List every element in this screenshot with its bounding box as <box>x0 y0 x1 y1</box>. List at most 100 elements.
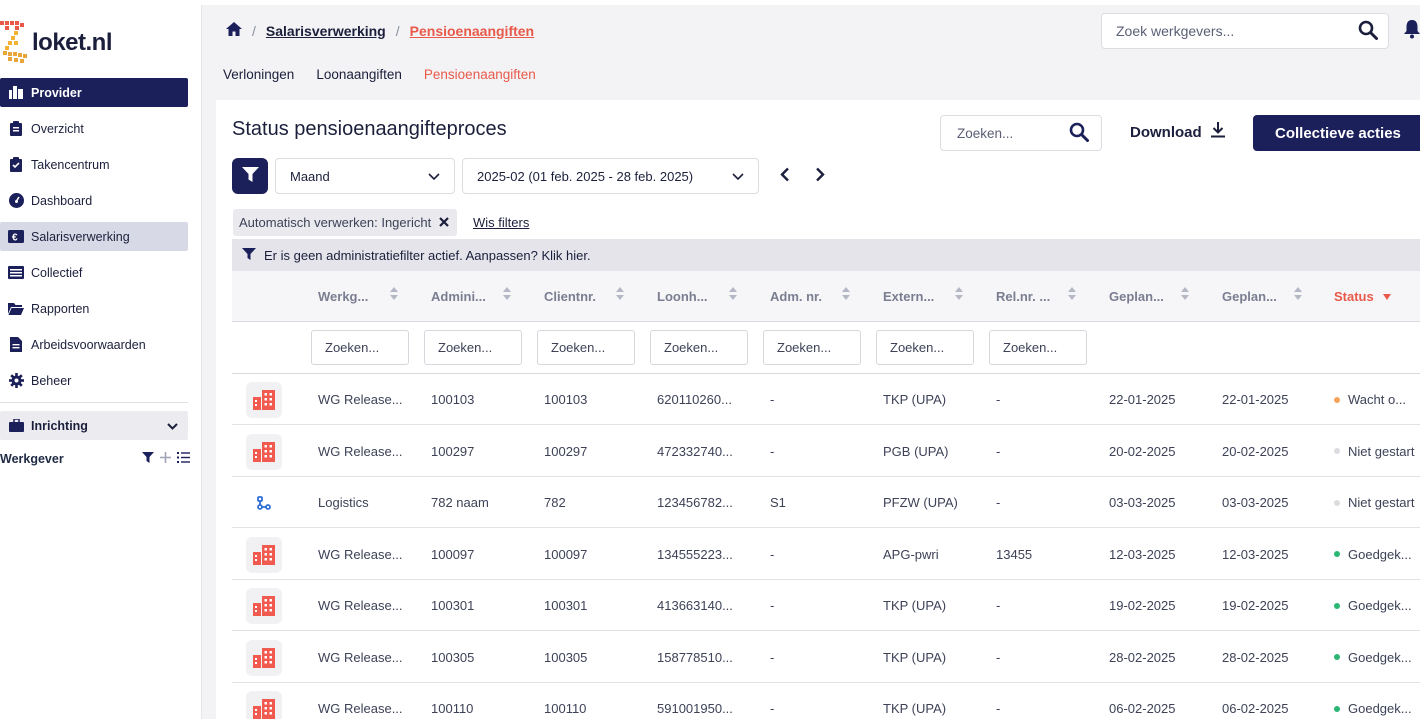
logo[interactable]: loket.nl <box>0 19 200 65</box>
column-header-gepland2[interactable]: Geplan... <box>1222 287 1302 304</box>
table-row[interactable]: WG Release... 100097 100097 134555223... - AP… <box>232 529 1420 580</box>
table-row[interactable]: WG Release... 100305 100305 158778510... - TK… <box>232 632 1420 683</box>
status-dot <box>1334 396 1340 403</box>
sidebar-item-label: Arbeidsvoorwaarden <box>31 337 146 352</box>
home-icon[interactable] <box>226 22 242 39</box>
column-header-loonheffing[interactable]: Loonh... <box>657 287 737 304</box>
sidebar-item-collectief[interactable]: Collectief <box>0 258 188 287</box>
close-icon[interactable] <box>439 215 449 230</box>
sidebar-item-overzicht[interactable]: Overzicht <box>0 114 188 143</box>
column-filter-adm_nr[interactable] <box>763 330 861 365</box>
cell-adm_nr: S1 <box>770 495 786 510</box>
status-card: Status pensioenaangifteproces Download C… <box>216 100 1420 719</box>
breadcrumb-salarisverwerking[interactable]: Salarisverwerking <box>266 23 386 39</box>
column-header-clientnr[interactable]: Clientnr. <box>544 287 624 304</box>
table-row[interactable]: WG Release... 100103 100103 620110260... - TK… <box>232 374 1420 425</box>
cell-status: Goedgek... <box>1334 580 1412 631</box>
next-period-button[interactable] <box>811 166 829 186</box>
column-filter-extern[interactable] <box>876 330 974 365</box>
sidebar-item-provider[interactable]: Provider <box>0 78 188 107</box>
card-search-input[interactable] <box>957 125 1057 141</box>
filter-icon <box>242 247 256 263</box>
search-icon[interactable] <box>1358 20 1378 43</box>
column-header-adm_nr[interactable]: Adm. nr. <box>770 287 850 304</box>
column-filter-loonheffing[interactable] <box>650 330 748 365</box>
column-filter-administratie[interactable] <box>424 330 522 365</box>
sort-icon <box>503 287 511 300</box>
sidebar-item-label: Beheer <box>31 373 72 388</box>
period-select[interactable]: Maand <box>275 158 455 194</box>
gauge-icon <box>8 193 24 209</box>
column-filter-werkgever[interactable] <box>311 330 409 365</box>
sidebar-item-arbeidsvoorwaarden[interactable]: Arbeidsvoorwaarden <box>0 330 188 359</box>
breadcrumb-pensioenaangiften[interactable]: Pensioenaangiften <box>410 23 534 39</box>
document-icon <box>8 337 24 353</box>
werkgever-search-input[interactable] <box>1116 23 1336 39</box>
plus-icon[interactable] <box>160 452 171 466</box>
column-header-status[interactable]: Status <box>1334 289 1391 304</box>
sidebar-item-label: Collectief <box>31 265 83 280</box>
column-filter-relnr[interactable] <box>989 330 1087 365</box>
table-row[interactable]: WG Release... 100301 100301 413663140... - TK… <box>232 580 1420 631</box>
column-header-werkgever[interactable]: Werkg... <box>318 287 398 304</box>
sidebar-item-beheer[interactable]: Beheer <box>0 366 188 395</box>
clear-filters-link[interactable]: Wis filters <box>473 215 529 230</box>
cell-loonheffing: 134555223... <box>657 546 733 562</box>
sidebar-item-takencentrum[interactable]: Takencentrum <box>0 150 188 179</box>
status-dot <box>1334 705 1340 712</box>
column-header-gepland1[interactable]: Geplan... <box>1109 287 1189 304</box>
sidebar-item-dashboard[interactable]: Dashboard <box>0 186 188 215</box>
search-icon[interactable] <box>1069 122 1089 145</box>
sidebar-item-label: Dashboard <box>31 193 93 208</box>
cell-status: Goedgek... <box>1334 683 1412 719</box>
cell-clientnr: 100097 <box>544 546 588 562</box>
table-row[interactable]: WG Release... 100110 100110 591001950... - TK… <box>232 683 1420 719</box>
filter-icon[interactable] <box>142 452 154 466</box>
cell-administratie: 100103 <box>431 392 475 407</box>
admin-filter-notice[interactable]: Er is geen administratiefilter actief. A… <box>232 239 1420 271</box>
column-header-relnr[interactable]: Rel.nr. ... <box>996 287 1076 304</box>
collectieve-acties-button[interactable]: Collectieve acties <box>1253 115 1420 151</box>
logistics-icon <box>246 485 282 521</box>
status-label: Goedgek... <box>1348 546 1412 562</box>
table-row[interactable]: Logistics 782 naam 782 123456782... S1 PFZW (… <box>232 477 1420 528</box>
cell-werkgever: WG Release... <box>318 701 403 716</box>
previous-period-button[interactable] <box>776 166 794 186</box>
column-header-extern[interactable]: Extern... <box>883 287 963 304</box>
chip-label: Automatisch verwerken: Ingericht <box>239 215 432 230</box>
tab-pensioenaangiften[interactable]: Pensioenaangiften <box>424 67 536 82</box>
cell-extern: PGB (UPA) <box>883 443 949 459</box>
status-dot <box>1334 448 1340 454</box>
filter-button[interactable] <box>232 158 268 194</box>
sidebar-item-rapporten[interactable]: Rapporten <box>0 294 188 323</box>
cell-gepland2: 28-02-2025 <box>1222 649 1289 665</box>
download-label: Download <box>1130 123 1202 141</box>
tab-loonaangiften[interactable]: Loonaangiften <box>316 67 402 82</box>
sidebar-item-salarisverwerking[interactable]: € Salarisverwerking <box>0 222 188 251</box>
cell-relnr: - <box>996 649 1001 665</box>
bell-icon[interactable] <box>1404 20 1420 42</box>
cell-gepland1: 06-02-2025 <box>1109 701 1176 716</box>
list-view-icon[interactable] <box>177 452 190 466</box>
column-header-administratie[interactable]: Admini... <box>431 287 511 304</box>
breadcrumb: / Salarisverwerking / Pensioenaangiften <box>226 22 534 39</box>
cell-adm_nr: - <box>770 546 775 562</box>
sort-icon <box>955 287 963 300</box>
sort-icon <box>616 287 624 300</box>
download-button[interactable]: Download <box>1130 122 1225 142</box>
cell-adm_nr: - <box>770 649 775 665</box>
range-select[interactable]: 2025-02 (01 feb. 2025 - 28 feb. 2025) <box>462 158 759 194</box>
cell-status: Goedgek... <box>1334 529 1412 580</box>
column-header-label: Clientnr. <box>544 289 597 304</box>
cell-gepland1: 03-03-2025 <box>1109 495 1176 510</box>
sort-desc-icon <box>1382 293 1391 300</box>
cell-administratie: 100110 <box>431 701 474 716</box>
column-header-label: Extern... <box>883 289 935 304</box>
chevron-right-icon <box>815 167 825 185</box>
table-row[interactable]: WG Release... 100297 100297 472332740... - PG… <box>232 426 1420 477</box>
tab-verloningen[interactable]: Verloningen <box>223 67 294 82</box>
column-filter-clientnr[interactable] <box>537 330 635 365</box>
cell-relnr: - <box>996 701 1001 716</box>
sidebar-item-inrichting[interactable]: Inrichting <box>0 411 188 440</box>
status-dot <box>1334 551 1340 557</box>
